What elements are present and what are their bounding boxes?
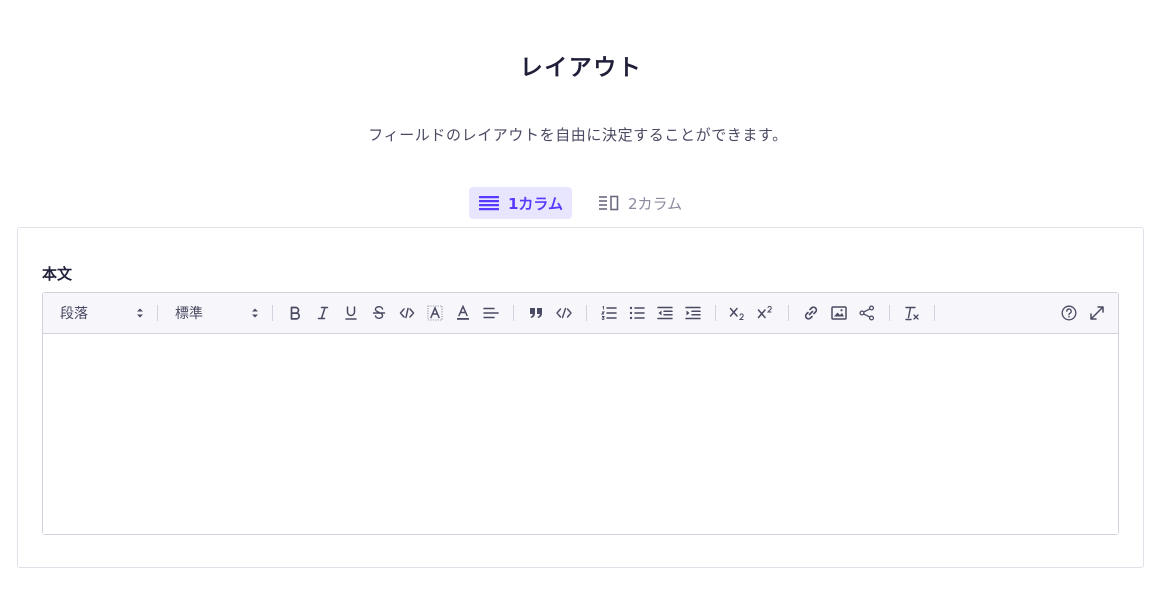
editor-content-area[interactable]	[43, 334, 1118, 534]
expand-icon	[1090, 306, 1104, 320]
ordered-list-button[interactable]	[595, 299, 623, 327]
bullet-list-button[interactable]	[623, 299, 651, 327]
text-color-button[interactable]	[449, 299, 477, 327]
field-label: 本文	[42, 265, 73, 283]
toolbar-divider	[586, 305, 587, 321]
rich-text-editor: 段落 標準	[42, 292, 1119, 535]
italic-icon	[317, 306, 329, 320]
ordered-list-icon	[601, 306, 617, 320]
select-arrows-icon	[252, 308, 258, 318]
indent-button[interactable]	[679, 299, 707, 327]
toolbar-divider	[157, 305, 158, 321]
strikethrough-button[interactable]	[365, 299, 393, 327]
image-button[interactable]	[825, 299, 853, 327]
inline-code-icon	[399, 307, 415, 319]
code-block-icon	[556, 307, 572, 319]
editor-toolbar: 段落 標準	[43, 293, 1118, 334]
indent-icon	[685, 306, 701, 320]
outdent-button[interactable]	[651, 299, 679, 327]
two-column-icon	[599, 195, 619, 211]
bullet-list-icon	[629, 306, 645, 320]
font-size-select[interactable]: 標準	[175, 303, 259, 323]
inline-code-button[interactable]	[393, 299, 421, 327]
tab-one-column[interactable]: 1カラム	[469, 187, 572, 219]
share-icon	[859, 305, 875, 321]
toolbar-divider	[889, 305, 890, 321]
field-card: 本文 段落 標準	[17, 227, 1144, 568]
help-icon	[1061, 305, 1077, 321]
help-button[interactable]	[1055, 299, 1083, 327]
image-icon	[831, 306, 847, 320]
highlight-button[interactable]	[421, 299, 449, 327]
highlight-icon	[427, 305, 443, 321]
paragraph-format-value: 段落	[60, 306, 88, 322]
bold-icon	[290, 306, 300, 320]
subscript-icon	[729, 307, 744, 320]
align-left-icon	[483, 307, 499, 319]
layout-tabs: 1カラム 2カラム	[469, 187, 691, 219]
toolbar-divider	[715, 305, 716, 321]
underline-icon	[345, 306, 357, 320]
tab-two-column-label: 2カラム	[628, 194, 683, 213]
select-arrows-icon	[137, 308, 143, 318]
link-button[interactable]	[797, 299, 825, 327]
code-block-button[interactable]	[550, 299, 578, 327]
fullscreen-button[interactable]	[1083, 299, 1111, 327]
underline-button[interactable]	[337, 299, 365, 327]
toolbar-divider	[272, 305, 273, 321]
align-button[interactable]	[477, 299, 505, 327]
italic-button[interactable]	[309, 299, 337, 327]
tab-two-column[interactable]: 2カラム	[590, 187, 691, 219]
clear-format-button[interactable]	[898, 299, 926, 327]
paragraph-format-select[interactable]: 段落	[60, 303, 144, 323]
page-subtitle: フィールドのレイアウトを自由に決定することができます。	[368, 126, 788, 144]
superscript-icon	[757, 306, 772, 319]
list-rows-icon	[479, 195, 499, 211]
page-title: レイアウト	[519, 55, 643, 81]
tab-one-column-label: 1カラム	[508, 194, 563, 213]
subscript-button[interactable]	[724, 299, 752, 327]
outdent-icon	[657, 306, 673, 320]
clear-format-icon	[905, 306, 919, 321]
strikethrough-icon	[372, 306, 386, 319]
quote-icon	[530, 308, 542, 318]
font-size-value: 標準	[175, 306, 203, 322]
text-color-icon	[457, 305, 469, 320]
toolbar-divider	[788, 305, 789, 321]
link-icon	[804, 306, 818, 320]
toolbar-divider	[513, 305, 514, 321]
superscript-button[interactable]	[752, 299, 780, 327]
embed-button[interactable]	[853, 299, 881, 327]
toolbar-divider	[934, 305, 935, 321]
blockquote-button[interactable]	[522, 299, 550, 327]
bold-button[interactable]	[281, 299, 309, 327]
